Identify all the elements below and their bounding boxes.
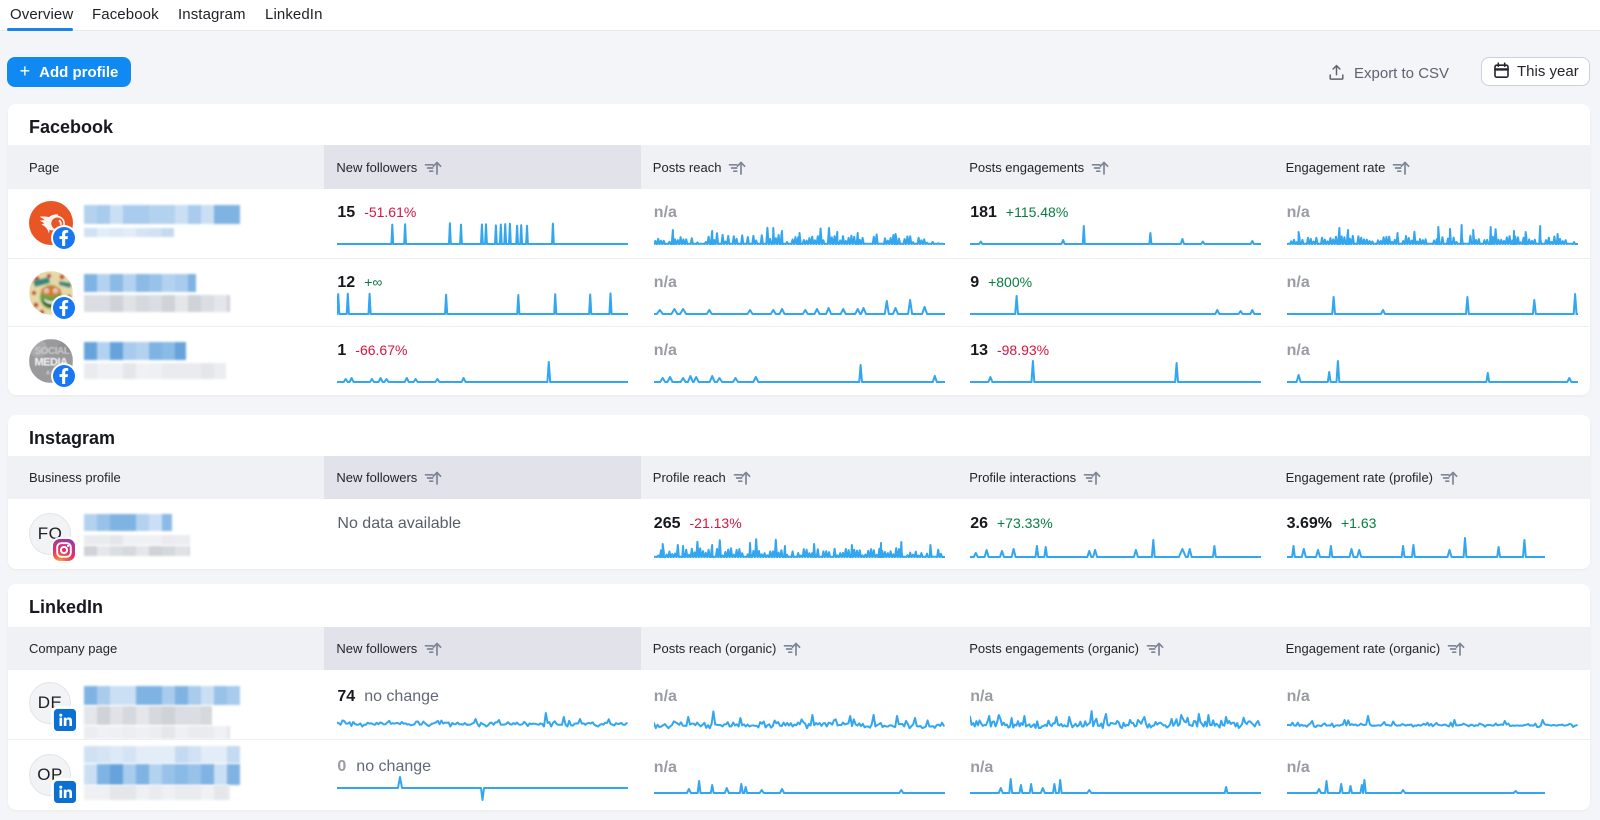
svg-text:SOCIAL: SOCIAL bbox=[35, 346, 70, 357]
